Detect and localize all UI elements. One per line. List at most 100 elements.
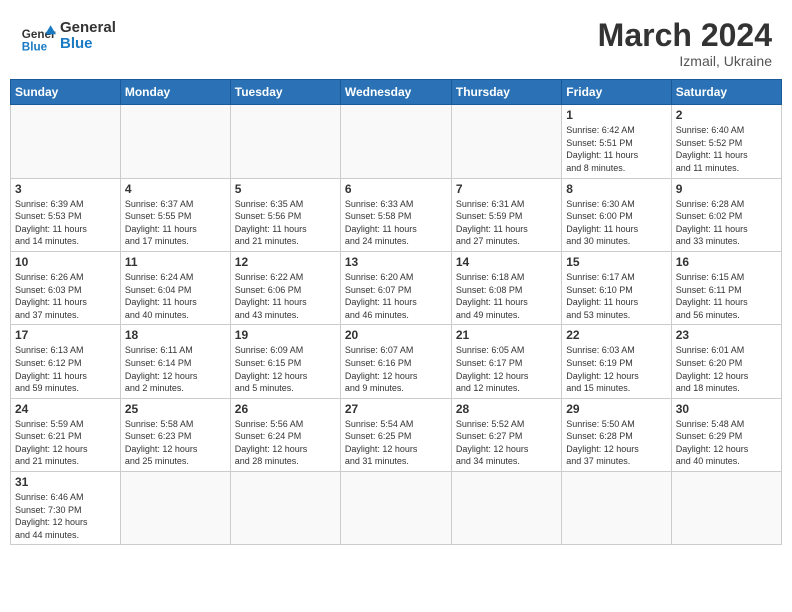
calendar-cell <box>120 105 230 178</box>
day-info: Sunrise: 5:58 AM Sunset: 6:23 PM Dayligh… <box>125 418 226 468</box>
calendar-cell: 24 Sunrise: 5:59 AM Sunset: 6:21 PM Dayli… <box>11 398 121 471</box>
calendar-cell: 25Sunrise: 5:58 AM Sunset: 6:23 PM Dayli… <box>120 398 230 471</box>
logo-icon: General Blue <box>20 18 56 54</box>
day-info: Sunrise: 6:42 AM Sunset: 5:51 PM Dayligh… <box>566 124 666 174</box>
calendar-cell: 23Sunrise: 6:01 AM Sunset: 6:20 PM Dayli… <box>671 325 781 398</box>
calendar-cell <box>340 472 451 545</box>
calendar-cell: 29 Sunrise: 5:50 AM Sunset: 6:28 PM Dayli… <box>562 398 671 471</box>
day-number: 15 <box>566 255 666 269</box>
day-number: 23 <box>676 328 777 342</box>
day-info: Sunrise: 6:31 AM Sunset: 5:59 PM Dayligh… <box>456 198 557 248</box>
weekday-wednesday: Wednesday <box>340 80 451 105</box>
calendar-cell: 15Sunrise: 6:17 AM Sunset: 6:10 PM Dayli… <box>562 251 671 324</box>
day-info: Sunrise: 6:09 AM Sunset: 6:15 PM Dayligh… <box>235 344 336 394</box>
calendar-cell: 30 Sunrise: 5:48 AM Sunset: 6:29 PM Dayli… <box>671 398 781 471</box>
logo-general-text: General <box>60 20 116 37</box>
day-info: Sunrise: 6:24 AM Sunset: 6:04 PM Dayligh… <box>125 271 226 321</box>
day-info: Sunrise: 6:37 AM Sunset: 5:55 PM Dayligh… <box>125 198 226 248</box>
day-number: 7 <box>456 182 557 196</box>
header: General Blue General Blue March 2024 Izm… <box>10 10 782 75</box>
day-info: Sunrise: 5:50 AM Sunset: 6:28 PM Dayligh… <box>566 418 666 468</box>
calendar-cell: 14Sunrise: 6:18 AM Sunset: 6:08 PM Dayli… <box>451 251 561 324</box>
week-row-5: 24 Sunrise: 5:59 AM Sunset: 6:21 PM Dayli… <box>11 398 782 471</box>
location-subtitle: Izmail, Ukraine <box>598 53 772 69</box>
calendar-cell: 28Sunrise: 5:52 AM Sunset: 6:27 PM Dayli… <box>451 398 561 471</box>
week-row-3: 10Sunrise: 6:26 AM Sunset: 6:03 PM Dayli… <box>11 251 782 324</box>
day-info: Sunrise: 6:22 AM Sunset: 6:06 PM Dayligh… <box>235 271 336 321</box>
day-number: 19 <box>235 328 336 342</box>
calendar-cell <box>230 105 340 178</box>
calendar-cell: 8Sunrise: 6:30 AM Sunset: 6:00 PM Daylig… <box>562 178 671 251</box>
calendar-cell <box>451 472 561 545</box>
calendar-cell: 13Sunrise: 6:20 AM Sunset: 6:07 PM Dayli… <box>340 251 451 324</box>
day-number: 24 <box>15 402 116 416</box>
calendar-cell: 4Sunrise: 6:37 AM Sunset: 5:55 PM Daylig… <box>120 178 230 251</box>
day-number: 16 <box>676 255 777 269</box>
weekday-thursday: Thursday <box>451 80 561 105</box>
day-number: 17 <box>15 328 116 342</box>
day-number: 8 <box>566 182 666 196</box>
week-row-6: 31Sunrise: 6:46 AM Sunset: 7:30 PM Dayli… <box>11 472 782 545</box>
day-number: 2 <box>676 108 777 122</box>
day-info: Sunrise: 6:15 AM Sunset: 6:11 PM Dayligh… <box>676 271 777 321</box>
calendar-table: SundayMondayTuesdayWednesdayThursdayFrid… <box>10 79 782 545</box>
day-number: 1 <box>566 108 666 122</box>
logo: General Blue General Blue <box>20 18 116 54</box>
calendar-cell: 9Sunrise: 6:28 AM Sunset: 6:02 PM Daylig… <box>671 178 781 251</box>
day-number: 6 <box>345 182 447 196</box>
svg-text:Blue: Blue <box>22 40 48 53</box>
calendar-cell: 16 Sunrise: 6:15 AM Sunset: 6:11 PM Dayli… <box>671 251 781 324</box>
day-number: 3 <box>15 182 116 196</box>
calendar-cell: 12 Sunrise: 6:22 AM Sunset: 6:06 PM Dayli… <box>230 251 340 324</box>
day-info: Sunrise: 5:56 AM Sunset: 6:24 PM Dayligh… <box>235 418 336 468</box>
calendar-cell <box>451 105 561 178</box>
calendar-cell: 21 Sunrise: 6:05 AM Sunset: 6:17 PM Dayli… <box>451 325 561 398</box>
weekday-tuesday: Tuesday <box>230 80 340 105</box>
calendar-cell <box>11 105 121 178</box>
title-area: March 2024 Izmail, Ukraine <box>598 18 772 69</box>
day-info: Sunrise: 6:11 AM Sunset: 6:14 PM Dayligh… <box>125 344 226 394</box>
calendar-cell: 19 Sunrise: 6:09 AM Sunset: 6:15 PM Dayli… <box>230 325 340 398</box>
calendar-cell <box>340 105 451 178</box>
day-number: 14 <box>456 255 557 269</box>
weekday-sunday: Sunday <box>11 80 121 105</box>
calendar-cell: 22 Sunrise: 6:03 AM Sunset: 6:19 PM Dayli… <box>562 325 671 398</box>
day-number: 26 <box>235 402 336 416</box>
calendar-cell: 17 Sunrise: 6:13 AM Sunset: 6:12 PM Dayli… <box>11 325 121 398</box>
day-info: Sunrise: 6:40 AM Sunset: 5:52 PM Dayligh… <box>676 124 777 174</box>
day-number: 27 <box>345 402 447 416</box>
day-number: 29 <box>566 402 666 416</box>
day-number: 22 <box>566 328 666 342</box>
calendar-cell: 20Sunrise: 6:07 AM Sunset: 6:16 PM Dayli… <box>340 325 451 398</box>
day-info: Sunrise: 6:13 AM Sunset: 6:12 PM Dayligh… <box>15 344 116 394</box>
day-info: Sunrise: 5:59 AM Sunset: 6:21 PM Dayligh… <box>15 418 116 468</box>
calendar-cell: 11Sunrise: 6:24 AM Sunset: 6:04 PM Dayli… <box>120 251 230 324</box>
day-info: Sunrise: 5:54 AM Sunset: 6:25 PM Dayligh… <box>345 418 447 468</box>
day-info: Sunrise: 6:03 AM Sunset: 6:19 PM Dayligh… <box>566 344 666 394</box>
weekday-monday: Monday <box>120 80 230 105</box>
day-info: Sunrise: 6:35 AM Sunset: 5:56 PM Dayligh… <box>235 198 336 248</box>
weekday-friday: Friday <box>562 80 671 105</box>
day-number: 12 <box>235 255 336 269</box>
day-number: 9 <box>676 182 777 196</box>
day-info: Sunrise: 5:48 AM Sunset: 6:29 PM Dayligh… <box>676 418 777 468</box>
calendar-cell: 2 Sunrise: 6:40 AM Sunset: 5:52 PM Daylig… <box>671 105 781 178</box>
day-number: 18 <box>125 328 226 342</box>
calendar-cell: 31Sunrise: 6:46 AM Sunset: 7:30 PM Dayli… <box>11 472 121 545</box>
day-info: Sunrise: 6:05 AM Sunset: 6:17 PM Dayligh… <box>456 344 557 394</box>
day-info: Sunrise: 6:39 AM Sunset: 5:53 PM Dayligh… <box>15 198 116 248</box>
day-info: Sunrise: 6:33 AM Sunset: 5:58 PM Dayligh… <box>345 198 447 248</box>
calendar-cell: 27 Sunrise: 5:54 AM Sunset: 6:25 PM Dayli… <box>340 398 451 471</box>
day-number: 30 <box>676 402 777 416</box>
day-number: 28 <box>456 402 557 416</box>
day-number: 21 <box>456 328 557 342</box>
day-number: 5 <box>235 182 336 196</box>
week-row-1: 1 Sunrise: 6:42 AM Sunset: 5:51 PM Daylig… <box>11 105 782 178</box>
day-number: 31 <box>15 475 116 489</box>
calendar-cell: 10Sunrise: 6:26 AM Sunset: 6:03 PM Dayli… <box>11 251 121 324</box>
calendar-cell <box>562 472 671 545</box>
day-info: Sunrise: 6:07 AM Sunset: 6:16 PM Dayligh… <box>345 344 447 394</box>
calendar-cell: 6 Sunrise: 6:33 AM Sunset: 5:58 PM Daylig… <box>340 178 451 251</box>
weekday-saturday: Saturday <box>671 80 781 105</box>
calendar-cell: 7 Sunrise: 6:31 AM Sunset: 5:59 PM Daylig… <box>451 178 561 251</box>
